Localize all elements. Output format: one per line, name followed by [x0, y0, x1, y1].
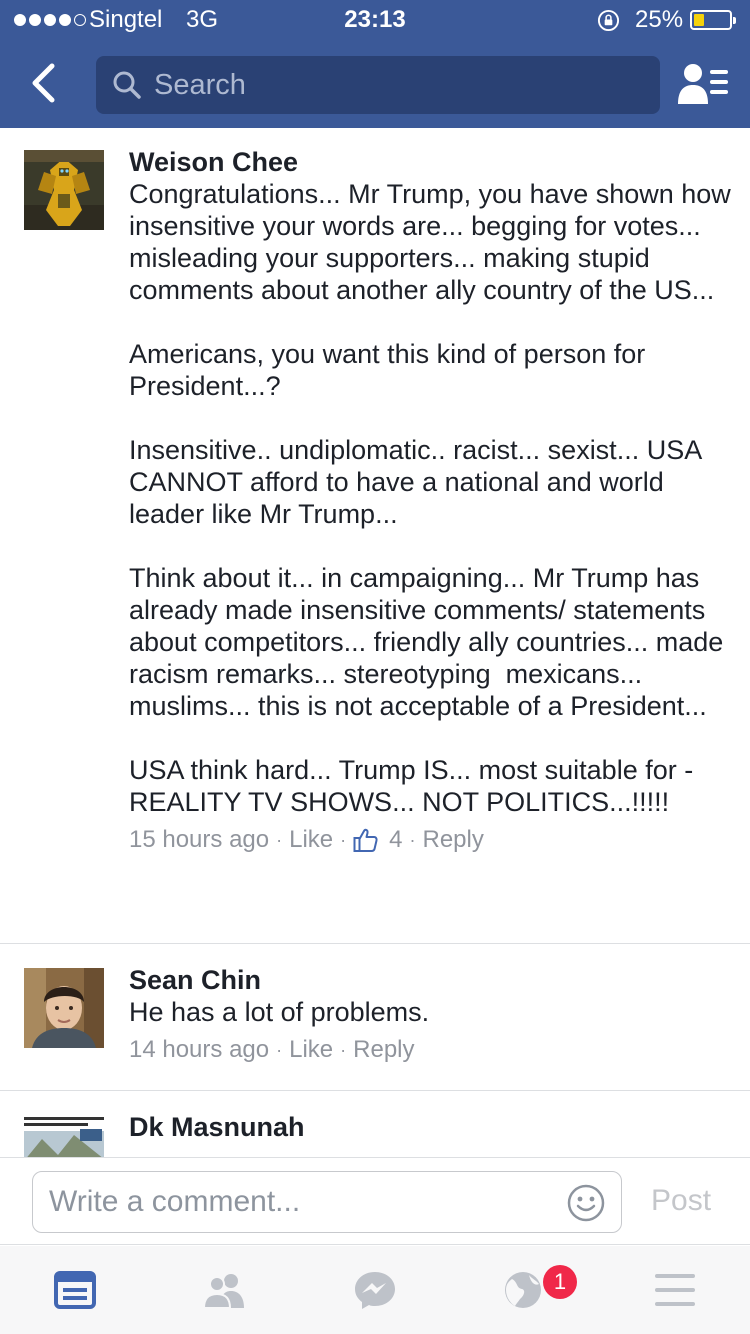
search-icon	[113, 71, 141, 99]
like-count[interactable]: 4	[389, 824, 402, 856]
battery-icon	[690, 10, 736, 30]
notifications-globe-icon[interactable]	[502, 1270, 546, 1310]
robot-avatar-image	[24, 150, 104, 230]
poster-avatar-image	[24, 1115, 104, 1158]
smiley-icon[interactable]	[567, 1184, 605, 1222]
comment-item: Dk Masnunah	[0, 1091, 750, 1158]
top-header: Singtel 3G 23:13 25%	[0, 0, 750, 128]
comment-item: Weison Chee Congratulations... Mr Trump,…	[0, 128, 750, 944]
reply-button[interactable]: Reply	[353, 1034, 414, 1066]
search-bar[interactable]	[96, 56, 660, 114]
friends-icon[interactable]	[202, 1270, 246, 1310]
friend-requests-icon[interactable]	[676, 60, 730, 108]
avatar[interactable]	[24, 150, 104, 230]
status-bar: Singtel 3G 23:13 25%	[0, 0, 750, 40]
comment-author[interactable]: Dk Masnunah	[129, 1111, 732, 1143]
comment-author[interactable]: Weison Chee	[129, 146, 732, 178]
reply-button[interactable]: Reply	[423, 824, 484, 856]
comment-item: Sean Chin He has a lot of problems. 14 h…	[0, 944, 750, 1091]
comment-meta: 15 hours ago · Like · 4 · Reply	[129, 824, 732, 856]
comment-composer: Post	[0, 1157, 750, 1245]
news-feed-icon[interactable]	[53, 1270, 97, 1310]
comments-list[interactable]: Weison Chee Congratulations... Mr Trump,…	[0, 128, 750, 1158]
comment-field[interactable]	[32, 1171, 622, 1233]
thumbs-up-icon[interactable]	[353, 827, 379, 853]
avatar[interactable]	[24, 968, 104, 1048]
separator-dot: ·	[340, 1040, 347, 1060]
back-button[interactable]	[22, 60, 68, 106]
comment-text: He has a lot of problems.	[129, 997, 430, 1027]
battery-percent: 25%	[635, 6, 684, 33]
separator-dot: ·	[276, 830, 283, 850]
messenger-icon[interactable]	[353, 1270, 397, 1310]
comment-time[interactable]: 15 hours ago	[129, 824, 269, 856]
separator-dot: ·	[340, 830, 347, 850]
notification-badge: 1	[543, 1265, 577, 1299]
avatar[interactable]	[24, 1115, 104, 1158]
person-avatar-image	[24, 968, 104, 1048]
separator-dot: ·	[276, 1040, 283, 1060]
comment-text: Congratulations... Mr Trump, you have sh…	[129, 179, 731, 817]
like-button[interactable]: Like	[289, 1034, 333, 1066]
menu-icon[interactable]	[653, 1270, 697, 1310]
like-button[interactable]: Like	[289, 824, 333, 856]
separator-dot: ·	[409, 830, 416, 850]
post-button[interactable]: Post	[651, 1184, 711, 1218]
rotation-lock-icon	[597, 9, 620, 32]
comment-author[interactable]: Sean Chin	[129, 964, 732, 996]
comment-time[interactable]: 14 hours ago	[129, 1034, 269, 1066]
nav-bar	[0, 40, 750, 128]
comment-input[interactable]	[49, 1172, 559, 1232]
tab-bar	[0, 1246, 750, 1334]
comment-meta: 14 hours ago · Like · Reply	[129, 1034, 732, 1066]
search-input[interactable]	[154, 56, 644, 114]
